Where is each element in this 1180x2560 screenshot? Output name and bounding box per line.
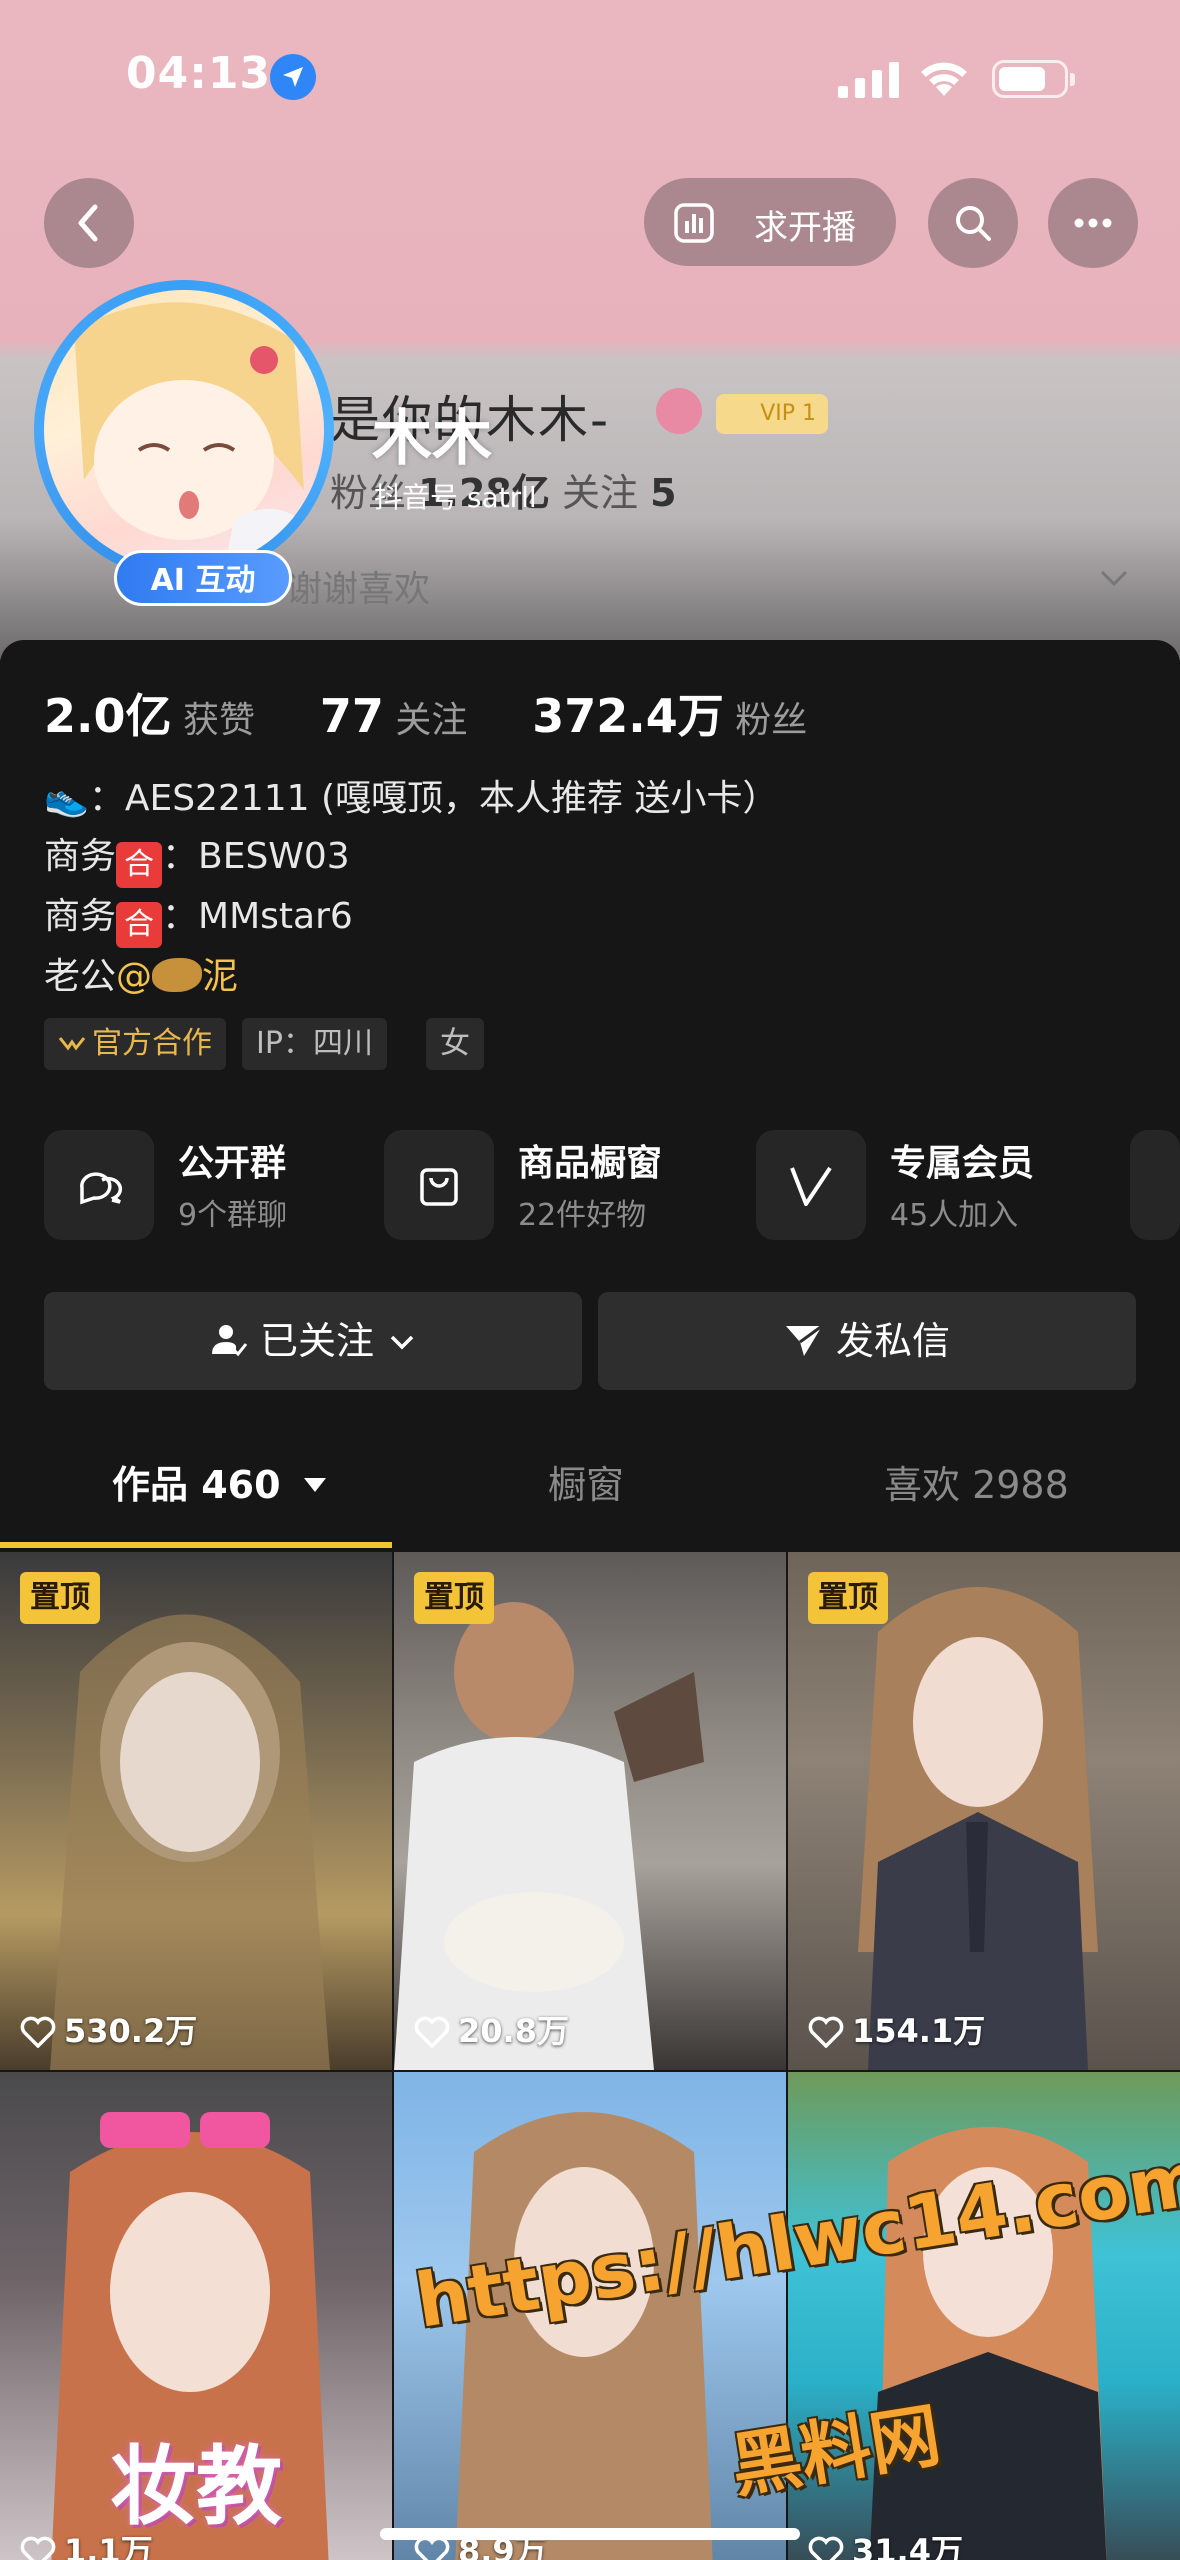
business-badge-icon: 合 — [116, 902, 163, 948]
chevron-down-icon — [390, 1335, 414, 1350]
video-likes: 31.4万 — [808, 2526, 963, 2560]
ai-interact-badge[interactable]: AI 互动 — [114, 550, 292, 606]
feature-title: 商品橱窗 — [518, 1143, 663, 1184]
cellular-signal-icon — [838, 62, 899, 98]
bio-business-label: 商务 — [44, 836, 117, 877]
home-indicator[interactable] — [380, 2528, 800, 2540]
followers-count-label[interactable]: 粉丝 — [735, 700, 807, 741]
bio-business-value: ：BESW03 — [162, 836, 350, 877]
video-likes-count: 31.4万 — [852, 2532, 963, 2560]
send-message-label: 发私信 — [836, 1319, 951, 1363]
feature-sub: 45人加入 — [890, 1198, 1019, 1233]
shopping-bag-icon — [420, 1168, 458, 1206]
gender-tag: 女 — [426, 1018, 484, 1070]
makeup-caption: 妆教 — [110, 2437, 282, 2537]
chevron-left-icon — [78, 204, 98, 242]
following-button[interactable]: 已关注 — [44, 1292, 582, 1390]
stats-row: 2.0亿 获赞 77 关注 372.4万 粉丝 — [44, 680, 807, 746]
douyin-id: 抖音号 satrll — [374, 481, 537, 514]
tab-shop[interactable]: 橱窗 — [548, 1430, 624, 1540]
official-coop-tag[interactable]: 官方合作 — [44, 1018, 226, 1070]
caret-down-icon — [303, 1478, 326, 1492]
video-thumbnail[interactable]: 置顶 530.2万 — [0, 1552, 392, 2070]
mention-name: 泥 — [202, 956, 239, 997]
heart-icon — [414, 2016, 450, 2049]
chevron-down-icon — [1100, 570, 1128, 587]
bio-husband-label: 老公 — [44, 956, 117, 997]
feature-title: 公开群 — [178, 1143, 287, 1184]
group-chat-icon — [80, 1172, 123, 1205]
bio-business-value: ：MMstar6 — [162, 896, 353, 937]
potato-emoji-icon — [152, 958, 203, 992]
following-count-label[interactable]: 关注 — [395, 700, 467, 741]
heart-icon — [20, 2536, 56, 2560]
pinned-badge: 置顶 — [414, 1572, 494, 1624]
pinned-badge: 置顶 — [808, 1572, 888, 1624]
paper-plane-icon — [785, 1324, 823, 1356]
following-label: 关注 — [561, 471, 638, 515]
search-chip-icon — [656, 388, 702, 434]
request-live-button[interactable]: 求开播 — [644, 178, 896, 266]
likes-total-value: 2.0亿 — [44, 689, 172, 743]
video-likes: 20.8万 — [414, 2006, 569, 2052]
handshake-icon — [58, 1037, 86, 1051]
back-button[interactable] — [44, 178, 134, 268]
feature-sub: 22件好物 — [518, 1198, 647, 1233]
video-likes: 154.1万 — [808, 2006, 985, 2052]
profile-header: 04:13 求开播 是你的木木- VIP 1 粉丝 1.28亿 关注 5 抖音号… — [0, 0, 1180, 660]
mention-at: @ — [116, 956, 153, 997]
vip-badge: VIP 1 — [716, 394, 828, 434]
pinned-badge: 置顶 — [20, 1572, 100, 1624]
business-badge-icon: 合 — [116, 842, 163, 888]
wifi-icon — [921, 62, 967, 96]
following-count-value[interactable]: 77 — [320, 689, 384, 743]
user-check-icon — [211, 1325, 248, 1357]
status-bar: 04:13 — [0, 48, 1180, 116]
video-likes: 530.2万 — [20, 2006, 197, 2052]
more-dots-icon — [1074, 218, 1112, 228]
status-time: 04:13 — [126, 48, 272, 99]
tab-likes[interactable]: 喜欢 2988 — [884, 1430, 1069, 1540]
bio-line-shoe: 👟：AES22111 (嘎嘎顶，本人推荐 送小卡） — [44, 778, 779, 819]
video-likes-count: 154.1万 — [852, 2012, 986, 2050]
bio-line-husband: 老公@ 泥 — [44, 948, 779, 1006]
following-button-label: 已关注 — [259, 1319, 374, 1363]
nickname-overlay: 木木 — [372, 404, 492, 474]
bio-business-label: 商务 — [44, 896, 117, 937]
heart-icon — [20, 2016, 56, 2049]
feature-title: 专属会员 — [890, 1143, 1035, 1184]
send-message-button[interactable]: 发私信 — [598, 1292, 1136, 1390]
video-likes-count: 530.2万 — [64, 2012, 198, 2050]
membership-v-icon — [790, 1166, 832, 1206]
bio-line-business-1: 商务合：BESW03 — [44, 828, 779, 888]
battery-icon — [992, 60, 1075, 98]
live-chart-icon — [674, 203, 714, 243]
tab-works-label: 作品 460 — [112, 1463, 281, 1507]
active-tab-indicator — [0, 1542, 392, 1548]
video-likes-count: 20.8万 — [458, 2012, 569, 2050]
location-arrow-icon — [270, 54, 316, 100]
mention-link[interactable]: @ 泥 — [116, 956, 238, 997]
bio-line-business-2: 商务合：MMstar6 — [44, 888, 779, 948]
ip-location-tag: IP：四川 — [242, 1018, 387, 1070]
video-thumbnail[interactable]: 置顶 154.1万 — [788, 1552, 1180, 2070]
tab-works[interactable]: 作品 460 — [112, 1430, 328, 1540]
heart-icon — [808, 2016, 844, 2049]
bio: 👟：AES22111 (嘎嘎顶，本人推荐 送小卡） 商务合：BESW03 商务合… — [44, 770, 779, 1006]
search-icon — [956, 206, 991, 241]
avatar-image — [44, 290, 324, 570]
content-tabs: 作品 460 橱窗 喜欢 2988 — [0, 1430, 1180, 1550]
likes-total-label: 获赞 — [182, 700, 255, 741]
heart-icon — [808, 2536, 844, 2560]
official-coop-label: 官方合作 — [92, 1026, 212, 1061]
request-live-label: 求开播 — [754, 208, 856, 248]
following-value: 5 — [650, 471, 677, 515]
more-button[interactable] — [1048, 178, 1138, 268]
feature-sub: 9个群聊 — [178, 1198, 288, 1233]
avatar[interactable]: AI 互动 — [34, 280, 334, 606]
video-thumbnail[interactable]: 置顶 20.8万 — [394, 1552, 786, 2070]
followers-count-value[interactable]: 372.4万 — [532, 689, 724, 743]
search-button[interactable] — [928, 178, 1018, 268]
